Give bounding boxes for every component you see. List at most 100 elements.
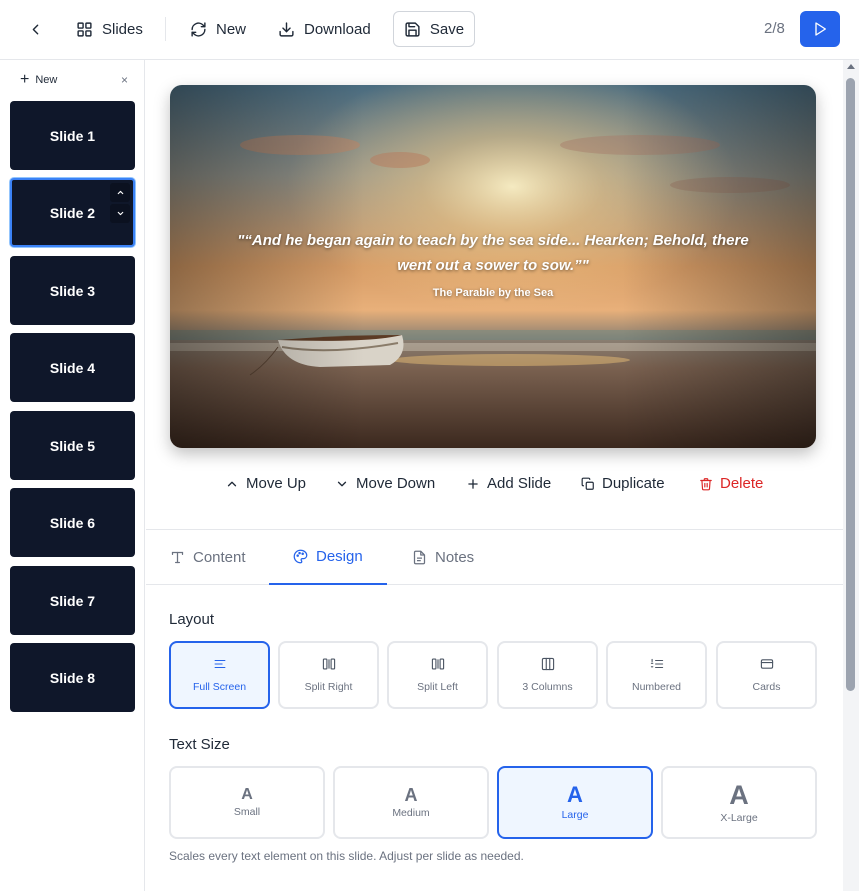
- layout-heading: Layout: [169, 611, 215, 628]
- slide-preview[interactable]: "“And he began again to teach by the sea…: [170, 85, 816, 448]
- slide-thumbnail-label: Slide 1: [49, 127, 96, 144]
- thumbnail-reorder-controls: [110, 183, 130, 223]
- slide-thumbnail[interactable]: Slide 7: [10, 566, 135, 635]
- slide-thumbnail[interactable]: Slide 2: [10, 178, 135, 247]
- slide-counter: 2/8: [764, 20, 785, 37]
- slide-thumbnail-label: Slide 2: [49, 204, 96, 221]
- chevron-down-icon: [117, 211, 123, 216]
- editor-main: "“And he began again to teach by the sea…: [146, 60, 859, 891]
- delete-label: Delete: [720, 475, 764, 492]
- text-size-option[interactable]: A X-Large: [661, 766, 817, 839]
- align-left-icon: [214, 659, 225, 669]
- card-icon: [760, 659, 773, 669]
- text-size-label: Medium: [392, 807, 430, 819]
- tab-content-label: Content: [193, 549, 246, 566]
- layout-option-label: Split Right: [304, 681, 353, 693]
- slide-thumbnail-label: Slide 5: [49, 437, 96, 454]
- duplicate-button[interactable]: Duplicate: [581, 475, 665, 492]
- thumbnail-move-up-button[interactable]: [110, 183, 130, 202]
- text-size-hint: Scales every text element on this slide.…: [169, 849, 524, 863]
- sidebar-close-button[interactable]: ×: [121, 73, 128, 87]
- duplicate-label: Duplicate: [602, 475, 665, 492]
- grid-icon: [77, 21, 92, 37]
- download-button[interactable]: Download: [278, 12, 371, 46]
- text-size-glyph: A: [567, 782, 583, 807]
- slide-thumbnail[interactable]: Slide 5: [10, 411, 135, 480]
- download-button-label: Download: [304, 20, 371, 38]
- save-button[interactable]: Save: [393, 11, 475, 47]
- move-up-button[interactable]: Move Up: [225, 475, 306, 492]
- new-button[interactable]: New: [190, 12, 246, 46]
- text-size-label: Large: [561, 809, 589, 821]
- slide-attribution: The Parable by the Sea: [432, 287, 554, 299]
- slides-button[interactable]: Slides: [76, 12, 143, 46]
- document-icon: [413, 550, 426, 565]
- trash-icon: [700, 477, 712, 490]
- slide-thumbnail[interactable]: Slide 8: [10, 643, 135, 712]
- text-size-label: X-Large: [720, 811, 758, 824]
- plus-icon: +: [20, 71, 30, 88]
- slide-thumbnail[interactable]: Slide 4: [10, 333, 135, 402]
- scroll-up-arrow[interactable]: [847, 64, 855, 69]
- delete-button[interactable]: Delete: [699, 475, 763, 492]
- numbered-list-icon: [650, 658, 663, 669]
- slide-thumbnail-label: Slide 3: [49, 282, 96, 299]
- slide-sidebar: + New × Slide 1 Slide 2 Slide 3 Slide 4 Slid…: [0, 60, 145, 891]
- chevron-left-icon: [32, 24, 38, 34]
- layout-option[interactable]: Numbered: [606, 641, 707, 709]
- slide-thumbnail-label: Slide 4: [49, 359, 96, 376]
- text-icon: [171, 551, 184, 564]
- tab-notes[interactable]: Notes: [412, 530, 474, 585]
- thumbnail-move-down-button[interactable]: [110, 204, 130, 223]
- layout-option-label: Split Left: [417, 681, 458, 693]
- new-button-label: New: [216, 20, 247, 38]
- tab-content[interactable]: Content: [170, 530, 246, 585]
- text-size-option[interactable]: A Small: [169, 766, 325, 839]
- scroll-thumb[interactable]: [846, 78, 855, 691]
- main-scrollbar[interactable]: [843, 60, 859, 891]
- toolbar-divider: [165, 17, 166, 41]
- chevron-down-icon: [337, 481, 347, 486]
- layout-option[interactable]: Split Right: [278, 641, 379, 709]
- download-icon: [279, 21, 294, 37]
- slide-thumbnail-label: Slide 8: [49, 669, 96, 686]
- text-size-option[interactable]: A Medium: [333, 766, 489, 839]
- sidebar-new-label: New: [35, 74, 58, 86]
- slide-thumbnail[interactable]: Slide 3: [10, 256, 135, 325]
- move-up-label: Move Up: [246, 475, 307, 492]
- layout-option[interactable]: Split Left: [387, 641, 488, 709]
- play-icon: [815, 22, 826, 36]
- present-button[interactable]: [800, 11, 840, 47]
- split-left-icon: [431, 658, 444, 670]
- layout-option-label: Numbered: [631, 681, 682, 693]
- layout-option[interactable]: Full Screen: [169, 641, 270, 709]
- text-size-heading: Text Size: [169, 736, 230, 753]
- columns-icon: [541, 657, 554, 671]
- slide-quote: "“And he began again to teach by the sea…: [237, 232, 749, 274]
- copy-icon: [581, 477, 594, 490]
- text-size-glyph: A: [241, 786, 253, 803]
- sidebar-new-button[interactable]: + New: [20, 72, 57, 88]
- editor-tabs: Content Design Notes: [146, 529, 859, 585]
- slide-actions: Move Up Move Down Add Slide Duplicate De…: [146, 470, 859, 500]
- sidebar-header: + New ×: [0, 60, 145, 100]
- tab-design[interactable]: Design: [269, 530, 387, 585]
- text-size-option[interactable]: A Large: [497, 766, 653, 839]
- move-down-button[interactable]: Move Down: [335, 475, 435, 492]
- back-button[interactable]: [20, 12, 50, 46]
- text-size-label: Small: [233, 806, 261, 818]
- text-size-glyph: A: [404, 785, 418, 805]
- split-right-icon: [322, 658, 335, 670]
- top-toolbar: Slides New Download Save 2/8: [0, 0, 859, 60]
- text-size-glyph: A: [729, 779, 749, 810]
- layout-option[interactable]: 3 Columns: [497, 641, 598, 709]
- slide-thumbnail[interactable]: Slide 6: [10, 488, 135, 557]
- add-slide-button[interactable]: Add Slide: [466, 475, 551, 492]
- palette-icon: [293, 549, 308, 564]
- slide-thumbnail-label: Slide 7: [49, 592, 96, 609]
- chevron-up-icon: [227, 481, 237, 486]
- layout-option-label: Cards: [752, 681, 781, 693]
- layout-option[interactable]: Cards: [716, 641, 817, 709]
- slide-thumbnail[interactable]: Slide 1: [10, 101, 135, 170]
- layout-option-label: Full Screen: [192, 681, 247, 693]
